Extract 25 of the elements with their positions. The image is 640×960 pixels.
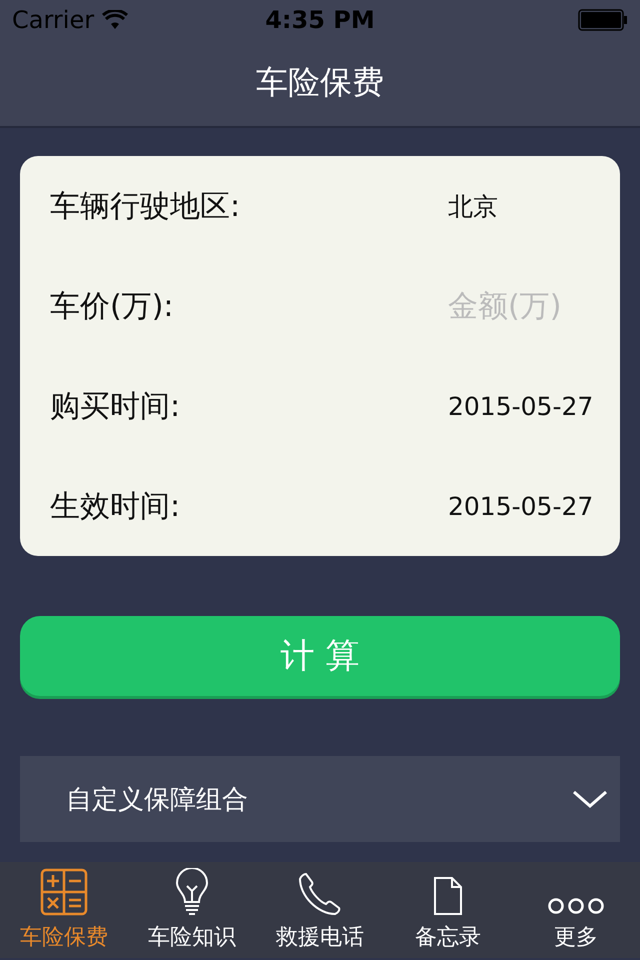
clock: 4:35 PM bbox=[265, 6, 375, 34]
price-input-field[interactable]: 金额(万) bbox=[448, 288, 598, 324]
field-value[interactable]: 2015-05-27 bbox=[448, 492, 598, 520]
battery-icon bbox=[578, 9, 628, 31]
tab-bar-item[interactable]: 救援电话 bbox=[256, 862, 384, 958]
more-icon bbox=[548, 896, 604, 916]
light-bulb-icon bbox=[175, 868, 209, 916]
field-label: 车价(万): bbox=[50, 288, 174, 326]
phone-icon bbox=[298, 872, 342, 916]
calculator-icon bbox=[40, 868, 88, 916]
tab-bar-item[interactable]: 更多 bbox=[512, 862, 640, 958]
dropdown-title: 自定义保障组合 bbox=[66, 784, 248, 816]
field-label: 车辆行驶地区: bbox=[50, 188, 240, 226]
field-label: 生效时间: bbox=[50, 488, 180, 526]
field-value[interactable]: 2015-05-27 bbox=[448, 392, 598, 420]
custom-coverage-dropdown[interactable]: 自定义保障组合 bbox=[20, 756, 620, 842]
tab-bar-item[interactable]: 备忘录 bbox=[384, 862, 512, 958]
tab-bar-item[interactable]: 车险保费 bbox=[0, 862, 128, 958]
field-value[interactable]: 北京 bbox=[448, 190, 598, 222]
screen-title: 车险保费 bbox=[256, 62, 384, 103]
wifi-icon bbox=[102, 10, 128, 30]
carrier-label: Carrier bbox=[12, 6, 94, 34]
tab-bar-item[interactable]: 车险知识 bbox=[128, 862, 256, 958]
document-icon bbox=[433, 876, 463, 916]
field-label: 购买时间: bbox=[50, 388, 180, 426]
